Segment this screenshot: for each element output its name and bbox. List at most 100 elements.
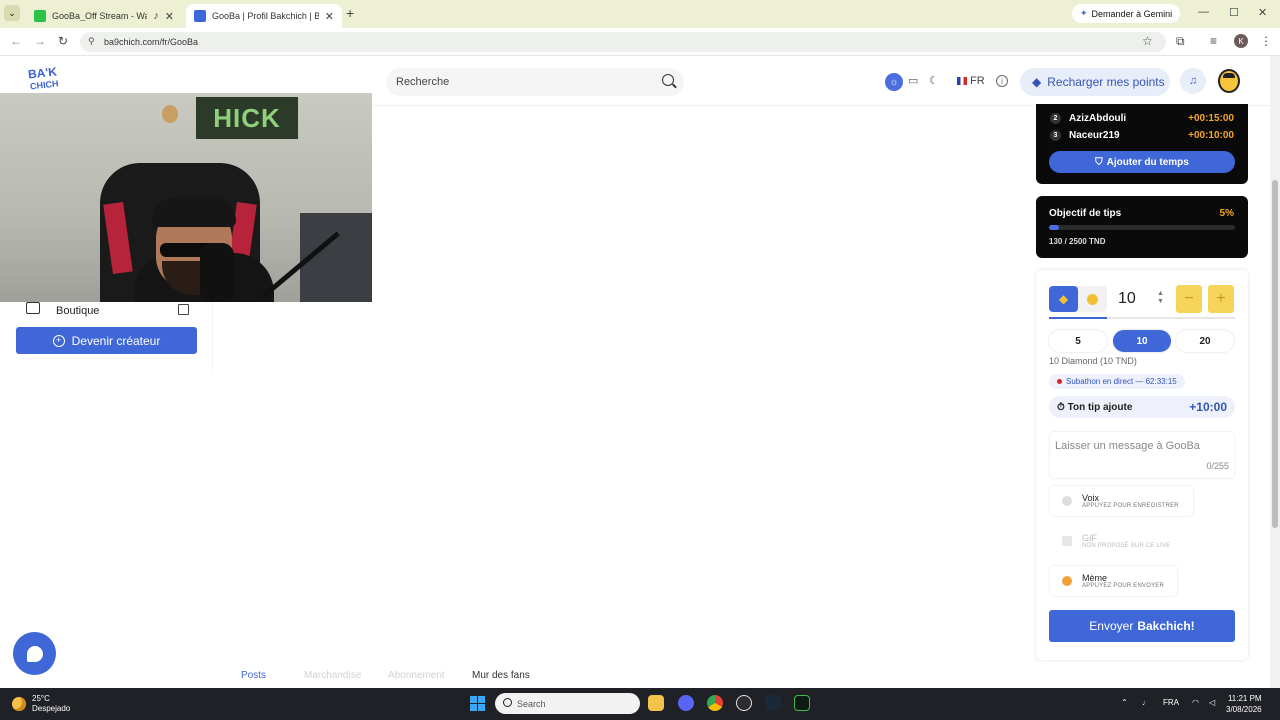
page-scrollbar[interactable] [1270, 56, 1280, 688]
url-text: ba9chich.com/fr/GooBa [104, 37, 199, 47]
bakchich-favicon-icon [194, 10, 206, 22]
taskbar-search-label: Search [517, 698, 546, 709]
search-input[interactable]: Recherche [386, 68, 684, 96]
recharge-label: Recharger mes points [1047, 75, 1165, 89]
microphone-tray-icon[interactable]: ♩ [1142, 698, 1150, 707]
light-theme-icon[interactable]: ☼ [885, 73, 903, 91]
system-theme-icon[interactable]: ▭ [908, 74, 918, 87]
send-tip-button[interactable]: Envoyer Bakchich! [1049, 610, 1235, 642]
rank-badge: 3 [1050, 129, 1061, 141]
kick-favicon-icon [34, 10, 46, 22]
speaker-icon[interactable]: ♪ [153, 10, 159, 22]
tab-merchandise[interactable]: Marchandise [304, 670, 361, 681]
live-dot-icon [1057, 379, 1062, 384]
close-tab-icon[interactable]: ✕ [165, 10, 174, 23]
gemini-icon: ✦ [1080, 8, 1088, 18]
close-tab-icon[interactable]: ✕ [325, 10, 334, 23]
send-label: Envoyer [1089, 619, 1134, 633]
user-avatar[interactable] [1218, 69, 1240, 93]
new-tab-button[interactable]: + [346, 5, 354, 21]
preset-10-button[interactable]: 10 [1113, 330, 1171, 352]
shield-icon: ⛉ [1095, 156, 1103, 168]
extensions-icon[interactable]: ⧉ [1176, 34, 1185, 49]
leaderboard-name: Naceur219 [1069, 129, 1120, 141]
tip-adds-label: ⏱ Ton tip ajoute [1057, 401, 1133, 413]
tab-posts[interactable]: Posts [241, 670, 266, 681]
windows-taskbar: 25°C Despejado Search ⌃ ♩ FRA ◠ ◁ 11:21 … [0, 688, 1280, 720]
amount-spinner-icon[interactable]: ▲ ▼ [1157, 290, 1164, 306]
maximize-button[interactable]: ☐ [1229, 6, 1239, 19]
recharge-points-button[interactable]: ◆ Recharger mes points [1020, 68, 1170, 96]
tip-description: 10 Diamond (10 TND) [1049, 356, 1137, 366]
search-placeholder: Recherche [396, 76, 450, 88]
forward-icon[interactable]: → [34, 34, 46, 48]
reading-list-icon[interactable]: ≡ [1210, 34, 1217, 48]
language-selector[interactable]: FR [957, 75, 985, 87]
decrease-amount-button[interactable]: − [1176, 285, 1202, 313]
taskbar-clock[interactable]: 11:21 PM 3/08/2026 [1226, 693, 1262, 715]
search-icon[interactable] [662, 74, 674, 86]
weather-widget[interactable]: 25°C Despejado [12, 694, 70, 714]
gemini-button[interactable]: ✦ Demander à Gemini [1072, 4, 1181, 23]
site-info-icon[interactable]: ⚲ [88, 36, 95, 47]
increase-amount-button[interactable]: + [1208, 285, 1234, 313]
tip-amount-input[interactable]: 10 [1118, 290, 1136, 308]
browser-profile-avatar[interactable]: K [1234, 34, 1248, 48]
rank-badge: 2 [1050, 112, 1061, 124]
diamond-icon: ◆ [1032, 75, 1042, 89]
browser-tab-inactive[interactable]: GooBa_Off Stream - Watch ♪ ✕ [26, 4, 182, 28]
discord-icon[interactable] [678, 695, 694, 711]
notification-bell-icon[interactable]: ♫ [1180, 68, 1206, 94]
preset-20-button[interactable]: 20 [1176, 330, 1234, 352]
tab-subscription[interactable]: Abonnement [388, 670, 445, 681]
obs-icon[interactable] [736, 695, 752, 711]
sidebar-item-shop[interactable]: Boutique [24, 302, 204, 322]
live-badge-text: Subathon en direct — 62:33:15 [1066, 377, 1177, 386]
volume-icon[interactable]: ◁ [1209, 698, 1215, 707]
tray-overflow-icon[interactable]: ⌃ [1121, 698, 1128, 707]
tab-title: GooBa | Profil Bakchich | Bakch [212, 11, 319, 21]
preset-5-button[interactable]: 5 [1049, 330, 1107, 352]
wall-sign: HICK [196, 97, 298, 139]
tip-goal-amount: 130 / 2500 TND [1049, 237, 1106, 246]
coin-currency-icon[interactable] [1087, 294, 1098, 305]
info-icon[interactable]: i [996, 75, 1008, 87]
close-window-button[interactable]: ✕ [1258, 6, 1267, 19]
voice-option-button[interactable]: Voix APPUYEZ POUR ENREGISTRER [1050, 486, 1193, 516]
chat-button[interactable] [13, 632, 56, 675]
diamond-currency-icon[interactable]: ◆ [1049, 286, 1078, 312]
tab-search-button[interactable]: ⌄ [4, 5, 20, 21]
taskbar-search-input[interactable]: Search [495, 693, 640, 714]
wifi-icon[interactable]: ◠ [1192, 698, 1199, 707]
plus-circle-icon: + [52, 334, 65, 347]
bookmark-star-icon[interactable]: ☆ [1142, 34, 1153, 48]
reload-icon[interactable]: ↻ [58, 34, 68, 48]
become-creator-button[interactable]: + Devenir créateur [16, 327, 197, 354]
currency-toggle[interactable]: ◆ [1049, 286, 1107, 312]
windows-start-icon[interactable] [470, 696, 485, 711]
bakchich-logo[interactable]: BA'K CHICH [26, 65, 66, 94]
tip-goal-progress-fill [1049, 225, 1059, 230]
message-char-count: 0/255 [1206, 461, 1229, 471]
meme-option-button[interactable]: Mème APPUYEZ POUR ENVOYER [1050, 566, 1177, 596]
back-icon[interactable]: ← [10, 34, 22, 48]
url-field[interactable]: ⚲ ba9chich.com/fr/GooBa [80, 32, 1166, 52]
logo-line2: CHICH [29, 78, 59, 92]
browser-tab-active[interactable]: GooBa | Profil Bakchich | Bakch ✕ [186, 4, 342, 28]
app-icon[interactable] [794, 695, 810, 711]
scrollbar-thumb[interactable] [1272, 180, 1278, 528]
keyboard-language[interactable]: FRA [1163, 698, 1179, 707]
minimize-button[interactable]: — [1198, 6, 1209, 18]
send-brand: Bakchich! [1137, 619, 1195, 633]
address-bar-row: ← → ↻ ⚲ ba9chich.com/fr/GooBa ☆ ⧉ ≡ K ⋮ [0, 28, 1280, 56]
browser-menu-icon[interactable]: ⋮ [1260, 34, 1272, 48]
file-explorer-icon[interactable] [648, 695, 664, 711]
add-time-label: Ajouter du temps [1106, 156, 1189, 168]
chrome-icon[interactable] [707, 695, 723, 711]
dark-theme-icon[interactable]: ☾ [929, 74, 939, 87]
leaderboard-time: +00:10:00 [1188, 129, 1234, 141]
tab-fan-wall[interactable]: Mur des fans [472, 670, 530, 681]
add-time-button[interactable]: ⛉ Ajouter du temps [1049, 151, 1235, 173]
steam-icon[interactable] [765, 695, 781, 711]
message-textarea[interactable]: Laisser un message à GooBa 0/255 [1050, 432, 1234, 478]
